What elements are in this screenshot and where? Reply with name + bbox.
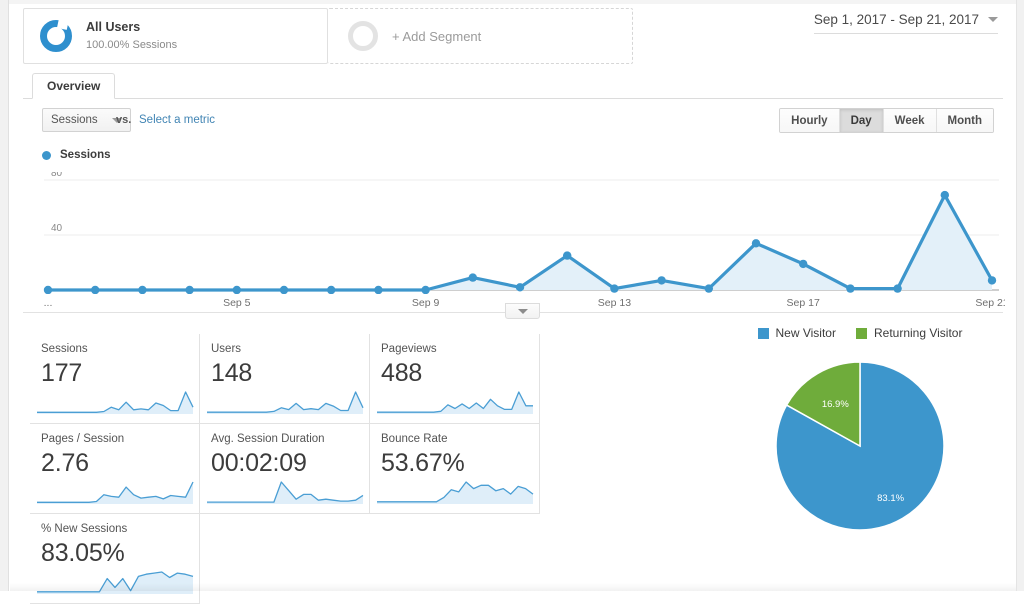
page-edge-right (1016, 0, 1024, 591)
chart-controls: Sessions vs. Select a metric Hourly Day … (10, 100, 1016, 145)
sparkline-avg-session-duration (207, 481, 364, 504)
empty-donut-icon (348, 21, 378, 51)
metric-card-title: Avg. Session Duration (211, 433, 325, 445)
date-range-picker[interactable]: Sep 1, 2017 - Sep 21, 2017 (813, 12, 998, 34)
segment-all-users[interactable]: All Users 100.00% Sessions (23, 8, 328, 64)
metric-card-title: Pages / Session (41, 433, 125, 445)
svg-text:Sep 17: Sep 17 (787, 297, 820, 309)
metric-card-value: 00:02:09 (211, 449, 307, 477)
metric-card-title: % New Sessions (41, 523, 128, 535)
metric-card-value: 2.76 (41, 449, 89, 477)
select-a-metric-link[interactable]: Select a metric (139, 114, 215, 126)
svg-text:Sep 5: Sep 5 (223, 297, 251, 309)
collapse-chart-handle[interactable] (505, 303, 540, 319)
pie-legend-item-new-visitor[interactable]: New Visitor (757, 326, 836, 340)
add-segment-button[interactable]: + Add Segment (328, 8, 633, 64)
main-chart-legend: Sessions (42, 149, 111, 161)
segment-bar: All Users 100.00% Sessions + Add Segment (23, 8, 641, 64)
page-edge-left (0, 0, 9, 591)
legend-dot-icon (42, 150, 51, 160)
metric-card-pageviews[interactable]: Pageviews 488 (370, 334, 540, 424)
svg-text:80: 80 (51, 172, 63, 179)
segment-title: All Users (86, 20, 141, 35)
svg-text:40: 40 (51, 223, 63, 234)
metric-card-value: 177 (41, 359, 83, 387)
pie-legend-label: New Visitor (775, 326, 836, 340)
sparkline-sessions (37, 391, 194, 414)
legend-swatch-icon (855, 327, 867, 339)
metric-card-sessions[interactable]: Sessions 177 (30, 334, 200, 424)
sparkline-pages-per-session (37, 481, 194, 504)
tab-overview-label: Overview (47, 79, 101, 93)
granularity-month[interactable]: Month (936, 109, 993, 132)
metric-card-row: Pages / Session 2.76 Avg. Session Durati… (30, 424, 542, 514)
vs-label: vs. (116, 114, 132, 126)
granularity-hourly[interactable]: Hourly (780, 109, 840, 132)
granularity-day[interactable]: Day (839, 109, 884, 132)
metric-card-avg-session-duration[interactable]: Avg. Session Duration 00:02:09 (200, 424, 370, 514)
svg-text:Sep 13: Sep 13 (598, 297, 631, 309)
metric-card-value: 53.67% (381, 449, 465, 477)
sparkline-bounce-rate (377, 481, 534, 504)
time-granularity-toggle: Hourly Day Week Month (779, 108, 994, 133)
metric-card-title: Bounce Rate (381, 433, 448, 445)
chevron-down-icon (988, 17, 998, 22)
metric-card-title: Pageviews (381, 343, 437, 355)
svg-text:...: ... (44, 297, 53, 309)
granularity-week[interactable]: Week (883, 109, 937, 132)
metric-card-title: Users (211, 343, 242, 355)
metric-card-title: Sessions (41, 343, 88, 355)
sparkline-pageviews (377, 391, 533, 414)
metric-select-value: Sessions (51, 114, 98, 126)
svg-text:Sep 9: Sep 9 (412, 297, 440, 309)
metric-card-users[interactable]: Users 148 (200, 334, 370, 424)
svg-text:Sep 21: Sep 21 (975, 297, 1005, 309)
pie-legend-item-returning-visitor[interactable]: Returning Visitor (855, 326, 963, 340)
metric-cards: Sessions 177 Users 148 Pageviews 488 Pag… (30, 334, 542, 604)
svg-text:16.9%: 16.9% (822, 399, 849, 410)
metric-card-value: 148 (211, 359, 253, 387)
metric-card-row: Sessions 177 Users 148 Pageviews 488 (30, 334, 542, 424)
tab-overview[interactable]: Overview (32, 73, 116, 99)
segment-donut-icon (40, 20, 72, 52)
legend-label-sessions: Sessions (60, 149, 111, 161)
page-bottom-shadow (10, 583, 1016, 591)
pie-legend-label: Returning Visitor (873, 326, 963, 340)
add-segment-label: + Add Segment (392, 28, 482, 44)
date-range-value: Sep 1, 2017 - Sep 21, 2017 (813, 12, 979, 27)
metric-card-value: 488 (381, 359, 423, 387)
new-vs-returning-pie: New Visitor Returning Visitor 83.1% 16.9% (710, 326, 1010, 556)
analytics-overview-page: All Users 100.00% Sessions + Add Segment… (10, 4, 1016, 604)
legend-swatch-icon (757, 327, 769, 339)
metric-card-bounce-rate[interactable]: Bounce Rate 53.67% (370, 424, 540, 514)
svg-text:83.1%: 83.1% (877, 493, 904, 504)
sparkline-users (207, 391, 364, 414)
chevron-down-icon (517, 308, 528, 314)
metric-card-value: 83.05% (41, 539, 125, 567)
metric-card-pages-per-session[interactable]: Pages / Session 2.76 (30, 424, 200, 514)
sparkline-percent-new-sessions (37, 571, 194, 594)
segment-subtitle: 100.00% Sessions (86, 39, 178, 52)
pie-legend: New Visitor Returning Visitor (710, 326, 1010, 340)
sessions-line-chart[interactable]: 40 80 (30, 172, 1005, 294)
tab-strip: Overview (23, 73, 1003, 99)
